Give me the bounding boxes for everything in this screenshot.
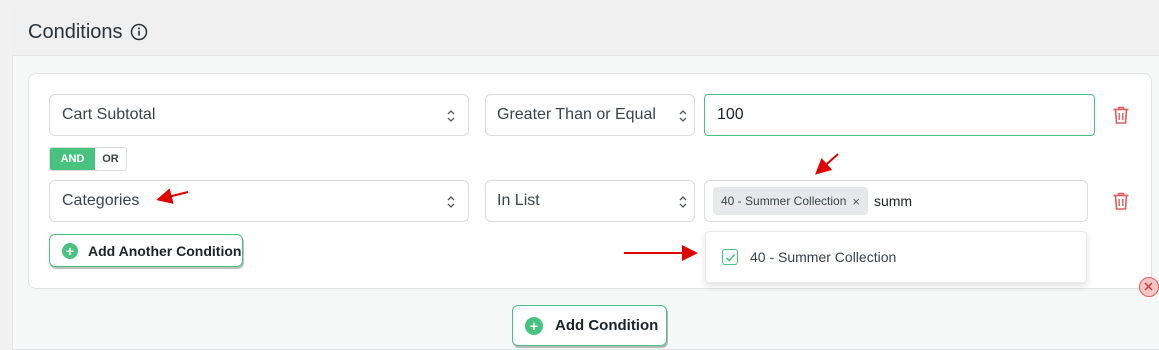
arrow-annotation-icon bbox=[156, 153, 839, 261]
